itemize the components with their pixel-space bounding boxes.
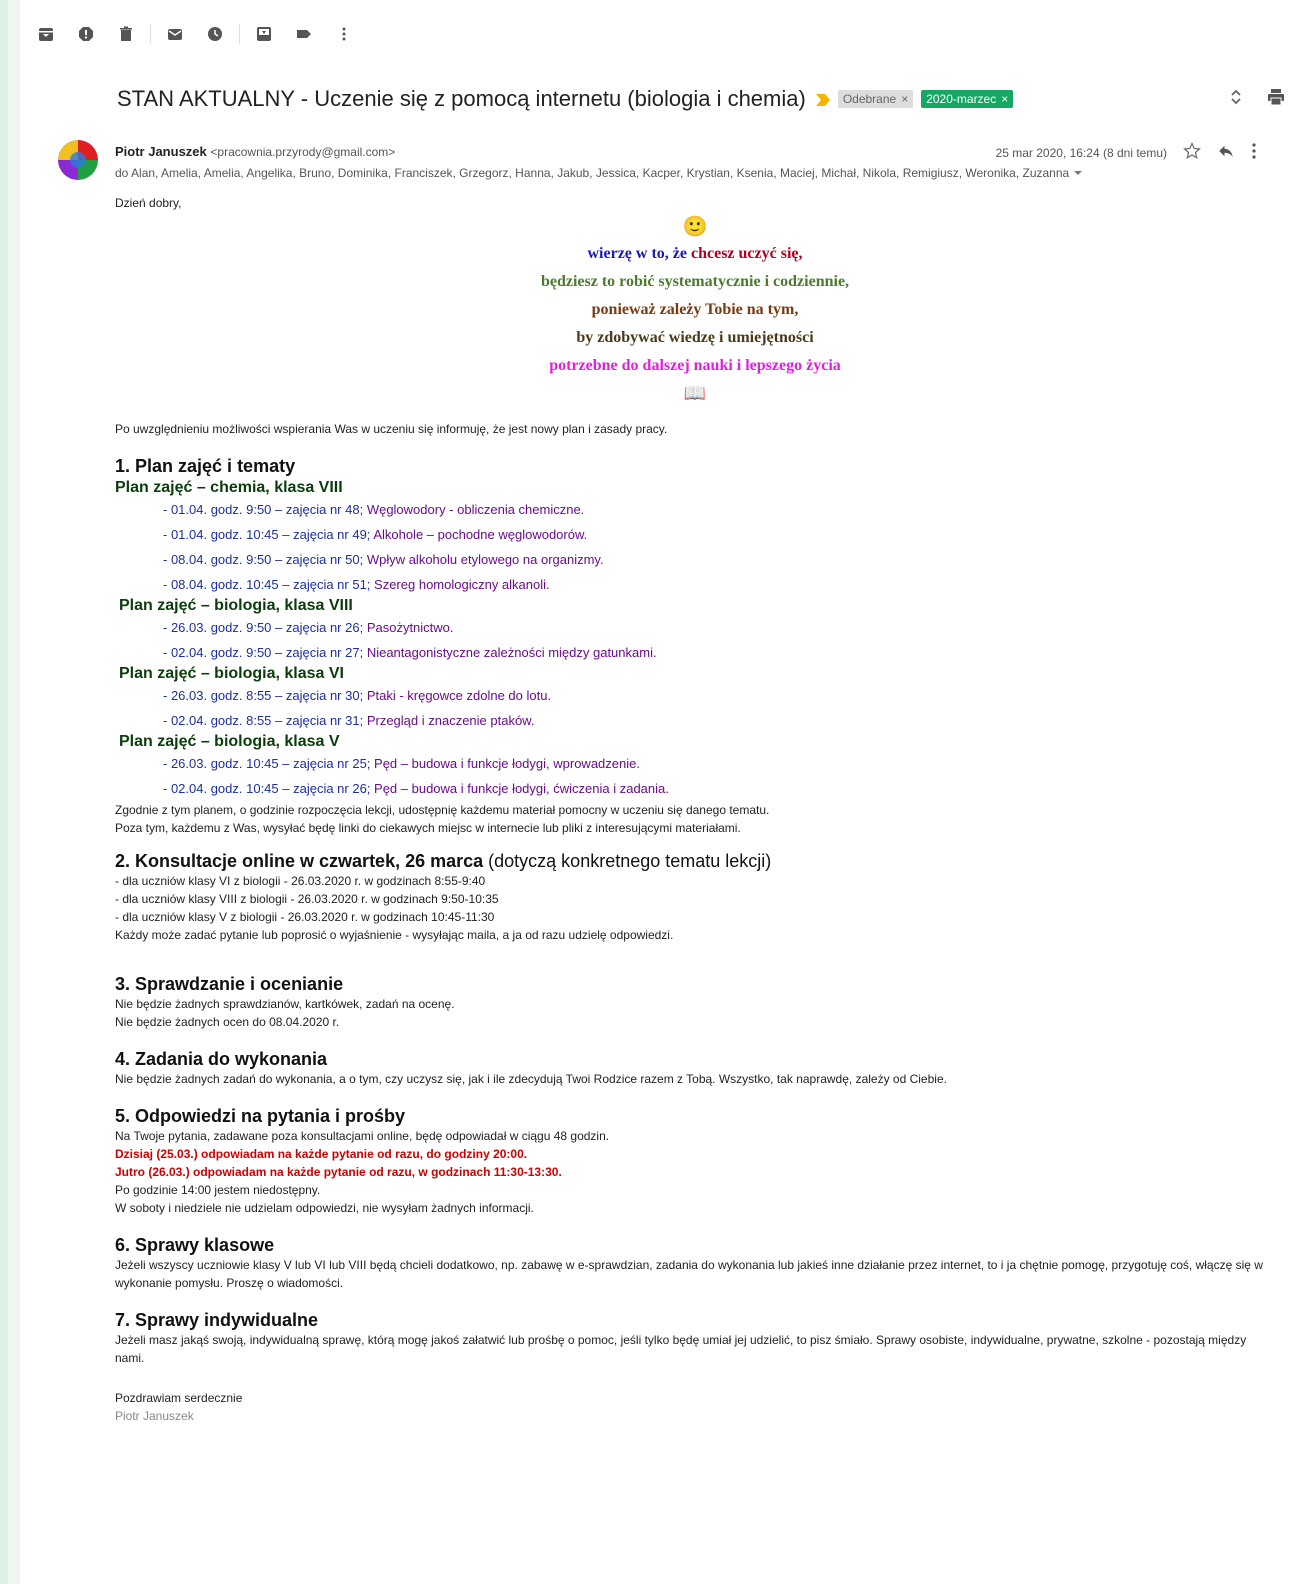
plan-biologia-v-title: Plan zajęć – biologia, klasa V (119, 733, 340, 750)
motto-line-3: ponieważ zależy Tobie na tym, (591, 301, 799, 318)
lesson-list-biologia-vi: - 26.03. godz. 8:55 – zajęcia nr 30; Pta… (163, 683, 1275, 733)
message-date: 25 mar 2020, 16:24 (8 dni temu) (995, 145, 1167, 160)
section-2-title: 2. Konsultacje online w czwartek, 26 mar… (115, 851, 1275, 872)
label-2020-marzec[interactable]: 2020-marzec × (921, 90, 1014, 108)
print-icon[interactable] (1267, 88, 1285, 111)
importance-marker-icon[interactable] (815, 93, 830, 106)
archive-icon[interactable] (38, 26, 54, 42)
message-more-icon[interactable] (1251, 143, 1257, 162)
lesson-list-biologia-v: - 26.03. godz. 10:45 – zajęcia nr 25; Pę… (163, 751, 1275, 801)
smile-emoji-icon: 🙂 (682, 216, 708, 238)
snooze-icon[interactable] (207, 26, 223, 42)
answers-today-red: Dzisiaj (25.03.) odpowiadam na każde pyt… (115, 1147, 528, 1161)
plan-chemia-viii-title: Plan zajęć – chemia, klasa VIII (115, 479, 343, 496)
sender-name[interactable]: Piotr Januszek (115, 144, 207, 159)
lesson-item: - 02.04. godz. 9:50 – zajęcia nr 27; Nie… (163, 645, 657, 660)
motto-line-1b: chcesz uczyć się, (690, 245, 803, 262)
recipients-text: do Alan, Amelia, Amelia, Angelika, Bruno… (115, 166, 1070, 180)
labels-icon[interactable] (296, 26, 312, 42)
answers-tomorrow-red: Jutro (26.03.) odpowiadam na każde pytan… (115, 1165, 562, 1179)
expand-collapse-icon[interactable] (1229, 88, 1243, 111)
grading-line: Nie będzie żadnych ocen do 08.04.2020 r. (115, 1015, 340, 1029)
section-1-note-2: Poza tym, każdemu z Was, wysyłać będę li… (115, 821, 741, 835)
remove-label-2020-marzec-icon[interactable]: × (1001, 92, 1008, 106)
label-2020-marzec-text: 2020-marzec (926, 92, 997, 106)
lesson-item: - 08.04. godz. 10:45 – zajęcia nr 51; Sz… (163, 577, 550, 592)
label-odebrane-text: Odebrane (842, 92, 897, 106)
motto-line-1a: wierzę w to, że (587, 245, 691, 262)
label-odebrane[interactable]: Odebrane × (837, 90, 914, 108)
section-5-title: 5. Odpowiedzi na pytania i prośby (115, 1106, 406, 1126)
consult-line: - dla uczniów klasy VIII z biologii - 26… (115, 892, 499, 906)
remove-label-odebrane-icon[interactable]: × (901, 92, 908, 106)
motto-block: 🙂 wierzę w to, że chcesz uczyć się, będz… (115, 214, 1275, 406)
section-1-note-1: Zgodnie z tym planem, o godzinie rozpocz… (115, 803, 770, 817)
more-icon[interactable] (336, 26, 352, 42)
star-icon[interactable] (1183, 142, 1201, 163)
message-meta: 25 mar 2020, 16:24 (8 dni temu) (996, 142, 1257, 163)
lesson-item: - 26.03. godz. 9:50 – zajęcia nr 26; Pas… (163, 620, 454, 635)
report-spam-icon[interactable] (78, 26, 94, 42)
motto-line-1: wierzę w to, że chcesz uczyć się, (115, 240, 1275, 268)
subject-actions (1229, 88, 1285, 111)
answers-line-1: Na Twoje pytania, zadawane poza konsulta… (115, 1129, 610, 1143)
section-2-title-note: (dotyczą konkretnego tematu lekcji) (483, 851, 772, 871)
consult-line: - dla uczniów klasy VI z biologii - 26.0… (115, 874, 486, 888)
section-1-title: 1. Plan zajęć i tematy (115, 456, 296, 476)
consult-line: Każdy może zadać pytanie lub poprosić o … (115, 928, 674, 942)
section-4-title: 4. Zadania do wykonania (115, 1049, 328, 1069)
lesson-item: - 08.04. godz. 9:50 – zajęcia nr 50; Wpł… (163, 552, 604, 567)
motto-line-4: by zdobywać wiedzę i umiejętności (576, 329, 814, 346)
section-3-title: 3. Sprawdzanie i ocenianie (115, 974, 344, 994)
answers-line-2: Po godzinie 14:00 jestem niedostępny. (115, 1183, 321, 1197)
lesson-item: - 02.04. godz. 10:45 – zajęcia nr 26; Pę… (163, 781, 669, 796)
signature: Piotr Januszek (115, 1409, 194, 1423)
recipients-dropdown-icon[interactable] (1073, 166, 1083, 180)
left-edge-bar (0, 0, 20, 1584)
lesson-item: - 02.04. godz. 8:55 – zajęcia nr 31; Prz… (163, 713, 535, 728)
email-toolbar (38, 22, 352, 46)
section-6-title: 6. Sprawy klasowe (115, 1235, 275, 1255)
reply-icon[interactable] (1217, 142, 1235, 163)
sender-line: Piotr Januszek <pracownia.przyrody@gmail… (115, 144, 395, 159)
sender-email: <pracownia.przyrody@gmail.com> (210, 145, 396, 159)
section-2-title-bold: 2. Konsultacje online w czwartek, 26 mar… (115, 851, 484, 871)
greeting: Dzień dobry, (115, 196, 182, 210)
email-view: STAN AKTUALNY - Uczenie się z pomocą int… (20, 0, 1297, 1584)
plan-biologia-vi-title: Plan zajęć – biologia, klasa VI (119, 665, 344, 682)
subject-row: STAN AKTUALNY - Uczenie się z pomocą int… (117, 84, 1297, 114)
motto-line-5: potrzebne do dalszej nauki i lepszego ży… (549, 357, 841, 374)
lesson-item: - 26.03. godz. 8:55 – zajęcia nr 30; Pta… (163, 688, 552, 703)
avatar[interactable] (58, 140, 98, 180)
delete-icon[interactable] (118, 26, 134, 42)
lesson-item: - 26.03. godz. 10:45 – zajęcia nr 25; Pę… (163, 756, 640, 771)
email-body: Dzień dobry, 🙂 wierzę w to, że chcesz uc… (115, 194, 1275, 1425)
class-matters-text: Jeżeli wszyscy uczniowie klasy V lub VI … (115, 1258, 1263, 1290)
answers-line-3: W soboty i niedziele nie udzielam odpowi… (115, 1201, 534, 1215)
consult-line: - dla uczniów klasy V z biologii - 26.03… (115, 910, 495, 924)
recipients-line[interactable]: do Alan, Amelia, Amelia, Angelika, Bruno… (115, 166, 1083, 180)
plan-biologia-viii-title: Plan zajęć – biologia, klasa VIII (119, 597, 353, 614)
move-to-icon[interactable] (256, 26, 272, 42)
mark-unread-icon[interactable] (167, 26, 183, 42)
lesson-item: - 01.04. godz. 9:50 – zajęcia nr 48; Węg… (163, 502, 585, 517)
intro-text: Po uwzględnieniu możliwości wspierania W… (115, 422, 668, 436)
motto-line-2: będziesz to robić systematycznie i codzi… (540, 273, 850, 290)
book-emoji-icon: 📖 (683, 383, 707, 403)
section-7-title: 7. Sprawy indywidualne (115, 1310, 319, 1330)
grading-line: Nie będzie żadnych sprawdzianów, kartków… (115, 997, 455, 1011)
individual-matters-text: Jeżeli masz jakąś swoją, indywidualną sp… (115, 1333, 1247, 1365)
lesson-item: - 01.04. godz. 10:45 – zajęcia nr 49; Al… (163, 527, 588, 542)
email-subject: STAN AKTUALNY - Uczenie się z pomocą int… (117, 86, 806, 111)
tasks-text: Nie będzie żadnych zadań do wykonania, a… (115, 1072, 947, 1086)
lesson-list-chemia-viii: - 01.04. godz. 9:50 – zajęcia nr 48; Węg… (163, 497, 1275, 597)
lesson-list-biologia-viii: - 26.03. godz. 9:50 – zajęcia nr 26; Pas… (163, 615, 1275, 665)
closing-text: Pozdrawiam serdecznie (115, 1391, 243, 1405)
